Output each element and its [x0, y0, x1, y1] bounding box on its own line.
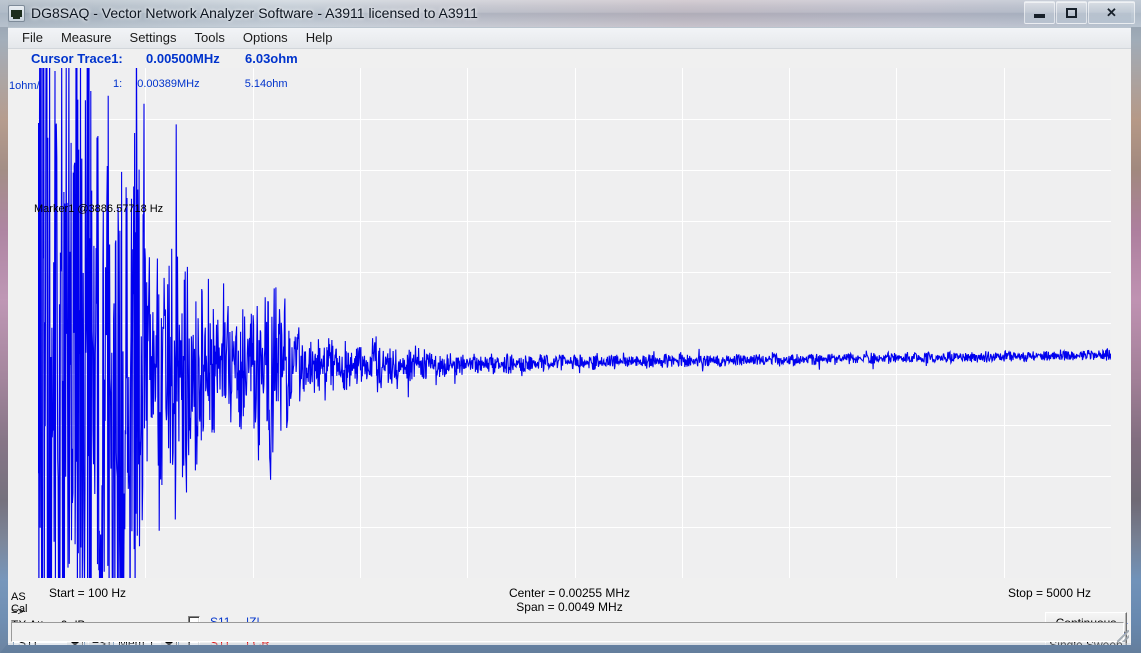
menu-item-tools[interactable]: Tools — [186, 29, 234, 48]
cursor-impedance: 6.03ohm — [245, 51, 298, 66]
application-client-area: File Measure Settings Tools Options Help… — [8, 27, 1131, 645]
window-controls: ✕ — [1023, 1, 1135, 24]
cursor-frequency: 0.00500MHz — [146, 51, 220, 66]
transfer-indicator: => — [11, 606, 24, 618]
vna-app-icon — [8, 5, 25, 22]
menu-item-settings[interactable]: Settings — [121, 29, 186, 48]
y-scale-label: 1ohm/ — [9, 80, 40, 92]
desktop-background: DG8SAQ - Vector Network Analyzer Softwar… — [0, 0, 1141, 653]
trace1-frequency: 0.00389MHz — [137, 78, 200, 90]
maximize-icon — [1066, 7, 1077, 18]
trace1-readout: 1: 0.00389MHz 5.14ohm — [113, 78, 288, 90]
maximize-button[interactable] — [1056, 1, 1087, 24]
window-title-bar[interactable]: DG8SAQ - Vector Network Analyzer Softwar… — [0, 0, 1141, 27]
axis-stop-label: Stop = 5000 Hz — [1007, 586, 1091, 600]
axis-center-span: Center = 0.00255 MHz Span = 0.0049 MHz — [8, 586, 1131, 614]
cursor-readout: Cursor Trace1: 0.00500MHz 6.03ohm — [8, 50, 1131, 68]
cursor-label: Cursor Trace1: — [31, 51, 123, 66]
plot-area[interactable]: 1ohm/ 1: 0.00389MHz 5.14ohm Marker1 @388… — [8, 68, 1131, 639]
trace-svg — [38, 68, 1111, 578]
close-button[interactable]: ✕ — [1088, 1, 1135, 24]
window-title: DG8SAQ - Vector Network Analyzer Softwar… — [31, 5, 478, 21]
marker1-label: Marker1 @3886.57718 Hz — [34, 203, 164, 215]
minimize-button[interactable] — [1024, 1, 1055, 24]
trace1-index: 1: — [113, 78, 123, 90]
plot-canvas[interactable] — [38, 68, 1111, 578]
menu-bar: File Measure Settings Tools Options Help — [8, 28, 1131, 49]
resize-grip[interactable] — [1117, 630, 1129, 642]
trace1-impedance: 5.14ohm — [244, 78, 288, 90]
menu-item-measure[interactable]: Measure — [52, 29, 121, 48]
menu-item-options[interactable]: Options — [234, 29, 297, 48]
close-icon: ✕ — [1106, 5, 1117, 20]
minimize-icon — [1034, 14, 1045, 18]
axis-span-label: Span = 0.0049 MHz — [516, 600, 623, 614]
axis-center-label: Center = 0.00255 MHz — [508, 586, 631, 600]
status-bar — [11, 622, 1124, 642]
menu-item-help[interactable]: Help — [297, 29, 342, 48]
menu-item-file[interactable]: File — [13, 29, 52, 48]
